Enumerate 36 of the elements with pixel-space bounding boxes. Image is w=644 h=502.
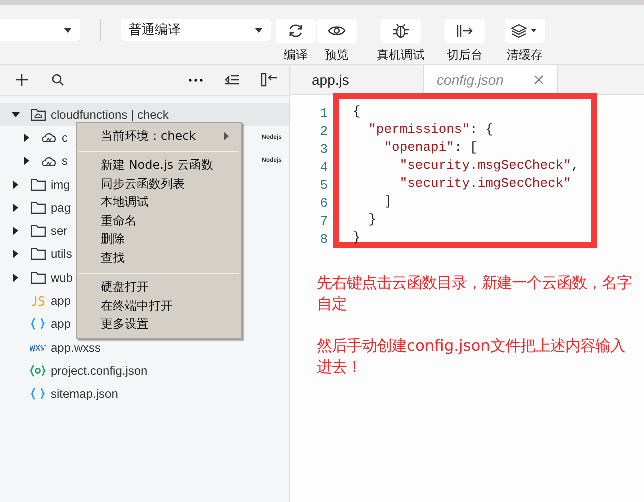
code-line: } xyxy=(353,229,362,247)
button-label: 预览 xyxy=(325,47,349,64)
line-number: 5 xyxy=(319,177,328,195)
button-label: 真机调试 xyxy=(377,47,425,64)
code-line: "openapi": [ xyxy=(383,139,479,157)
line-number: 3 xyxy=(319,141,328,159)
annotation-text: 然后手动创建config.json文件把上述内容输入进去！ xyxy=(317,336,626,378)
button-label: 清缓存 xyxy=(507,47,543,64)
annotation-text: 先右键点击云函数目录，新建一个云函数，名字自定 xyxy=(317,273,633,315)
file-name: c xyxy=(62,130,68,145)
file-name: ser xyxy=(51,224,68,238)
code-line: } xyxy=(368,211,378,229)
file-name: img xyxy=(51,178,70,192)
line-number: 8 xyxy=(319,231,328,249)
file-name: s xyxy=(62,154,68,168)
code-line: "security.imgSecCheck" xyxy=(398,175,572,193)
button-label: 切后台 xyxy=(447,47,483,64)
file-name: sitemap.json xyxy=(51,387,118,402)
code-line: "permissions": { xyxy=(368,121,494,139)
code-line: ] xyxy=(383,193,394,211)
code-line: "security.msgSecCheck", xyxy=(398,157,580,175)
file-name: app xyxy=(51,317,72,332)
file-name: utils xyxy=(51,247,72,262)
line-number: 6 xyxy=(319,195,328,213)
code-line: { xyxy=(353,103,362,121)
file-name: pag xyxy=(51,200,72,215)
file-name: wub xyxy=(51,270,74,285)
line-number: 2 xyxy=(319,123,328,141)
file-name: project.config.json xyxy=(51,364,148,378)
line-number: 1 xyxy=(319,105,328,123)
button-label: 编译 xyxy=(284,47,308,64)
file-name: app.wxss xyxy=(51,340,102,355)
file-name: cloudfunctions | check xyxy=(51,108,169,122)
file-name: app xyxy=(51,294,72,308)
line-number: 7 xyxy=(319,213,328,231)
line-number: 4 xyxy=(319,159,328,177)
